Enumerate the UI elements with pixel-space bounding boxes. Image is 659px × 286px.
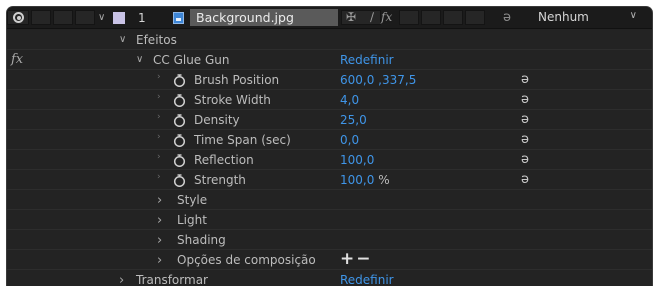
chevron-right-icon: › bbox=[157, 132, 161, 142]
group-row[interactable]: › Opções de composição +− bbox=[7, 249, 652, 270]
timeline-panel: ∨ 1 Background.jpg ✠ ∕ fx ə Nenhum ∨ ∨ E… bbox=[6, 6, 653, 286]
expression-spiral-icon[interactable]: ə bbox=[521, 152, 529, 167]
property-value[interactable]: 4,0 bbox=[340, 93, 359, 107]
property-label: Brush Position bbox=[194, 73, 280, 87]
transform-label: Transformar bbox=[136, 273, 208, 286]
stopwatch-icon[interactable] bbox=[173, 134, 186, 147]
chevron-right-icon: › bbox=[157, 112, 161, 122]
property-row[interactable]: › Stroke Width 4,0 ə bbox=[7, 90, 652, 110]
chevron-down-icon[interactable]: ∨ bbox=[136, 54, 143, 65]
expression-spiral-icon[interactable]: ə bbox=[521, 172, 529, 187]
fx-icon[interactable]: fx bbox=[11, 52, 23, 67]
property-row[interactable]: › Reflection 100,0 ə bbox=[7, 150, 652, 170]
property-row[interactable]: › Brush Position 600,0 ,337,5 ə bbox=[7, 70, 652, 90]
effect-row[interactable]: fx ∨ CC Glue Gun Redefinir bbox=[7, 50, 652, 70]
group-label: Style bbox=[177, 193, 208, 207]
property-value[interactable]: 0,0 bbox=[340, 133, 359, 147]
chevron-right-icon[interactable]: › bbox=[157, 233, 162, 248]
file-icon bbox=[173, 12, 184, 24]
effect-name: CC Glue Gun bbox=[153, 53, 230, 67]
parent-value: Nenhum bbox=[538, 10, 589, 24]
group-row[interactable]: › Shading bbox=[7, 230, 652, 250]
chevron-right-icon: › bbox=[157, 92, 161, 102]
property-row[interactable]: › Time Span (sec) 0,0 ə bbox=[7, 130, 652, 150]
group-label: Light bbox=[177, 213, 207, 227]
chevron-down-icon[interactable]: ∨ bbox=[98, 12, 105, 23]
chevron-right-icon: › bbox=[157, 72, 161, 82]
label-color-swatch[interactable] bbox=[113, 12, 125, 24]
effect-reset-link[interactable]: Redefinir bbox=[340, 53, 394, 67]
stopwatch-icon[interactable] bbox=[173, 114, 186, 127]
quality-slash-icon[interactable]: ∕ bbox=[370, 10, 374, 24]
property-label: Strength bbox=[194, 173, 246, 187]
property-label: Reflection bbox=[194, 153, 254, 167]
property-value-number: 100,0 bbox=[340, 173, 375, 187]
stopwatch-icon[interactable] bbox=[173, 94, 186, 107]
eye-icon[interactable] bbox=[13, 12, 24, 23]
layer-name: Background.jpg bbox=[196, 10, 294, 25]
property-value[interactable]: 600,0 ,337,5 bbox=[340, 73, 416, 87]
property-row[interactable]: › Strength 100,0 % ə bbox=[7, 170, 652, 190]
motion-blur-cell[interactable] bbox=[399, 10, 419, 25]
expression-spiral-icon[interactable]: ə bbox=[521, 112, 529, 127]
property-value[interactable]: 25,0 bbox=[340, 113, 367, 127]
chevron-right-icon[interactable]: › bbox=[157, 213, 162, 228]
stopwatch-icon[interactable] bbox=[173, 154, 186, 167]
layer-row[interactable]: ∨ 1 Background.jpg ✠ ∕ fx ə Nenhum ∨ bbox=[7, 7, 652, 29]
property-unit: % bbox=[378, 173, 390, 187]
property-label: Stroke Width bbox=[194, 93, 271, 107]
transform-reset-link[interactable]: Redefinir bbox=[340, 273, 394, 286]
group-row[interactable]: › Style bbox=[7, 190, 652, 210]
expression-spiral-icon[interactable]: ə bbox=[521, 72, 529, 87]
group-row[interactable]: › Light bbox=[7, 210, 652, 230]
fx-switch-icon[interactable]: fx bbox=[381, 10, 392, 24]
stopwatch-icon[interactable] bbox=[173, 174, 186, 187]
transform-row[interactable]: › Transformar Redefinir bbox=[7, 270, 652, 286]
solo-switch-cell[interactable] bbox=[53, 10, 73, 25]
layer-name-field[interactable]: Background.jpg bbox=[190, 9, 338, 26]
chevron-right-icon: › bbox=[157, 172, 161, 182]
group-label: Opções de composição bbox=[177, 253, 316, 267]
property-value[interactable]: 100,0 % bbox=[340, 173, 390, 187]
chevron-right-icon[interactable]: › bbox=[157, 193, 162, 208]
add-remove-controls[interactable]: +− bbox=[340, 249, 373, 269]
lock-switch-cell[interactable] bbox=[75, 10, 95, 25]
stopwatch-icon[interactable] bbox=[173, 74, 186, 87]
property-label: Time Span (sec) bbox=[194, 133, 291, 147]
property-row[interactable]: › Density 25,0 ə bbox=[7, 110, 652, 130]
chevron-right-icon[interactable]: › bbox=[157, 253, 162, 268]
audio-switch-cell[interactable] bbox=[31, 10, 51, 25]
chevron-down-icon: ∨ bbox=[629, 10, 637, 21]
group-label: Shading bbox=[177, 233, 226, 247]
property-label: Density bbox=[194, 113, 240, 127]
effects-label: Efeitos bbox=[136, 33, 177, 47]
chevron-right-icon: › bbox=[157, 152, 161, 162]
3d-layer-cell[interactable] bbox=[443, 10, 463, 25]
pick-whip-icon[interactable]: ə bbox=[503, 10, 511, 25]
effects-group-row[interactable]: ∨ Efeitos bbox=[7, 30, 652, 50]
adjustment-cell[interactable] bbox=[421, 10, 441, 25]
parent-dropdown[interactable]: Nenhum ∨ bbox=[536, 10, 643, 26]
layer-number: 1 bbox=[138, 11, 146, 25]
property-value[interactable]: 100,0 bbox=[340, 153, 374, 167]
expression-spiral-icon[interactable]: ə bbox=[521, 132, 529, 147]
expression-spiral-icon[interactable]: ə bbox=[521, 92, 529, 107]
chevron-right-icon[interactable]: › bbox=[119, 273, 124, 286]
collapse-icon[interactable]: ✠ bbox=[346, 10, 356, 24]
frame-blend-cell[interactable] bbox=[465, 10, 485, 25]
chevron-down-icon[interactable]: ∨ bbox=[119, 34, 126, 45]
